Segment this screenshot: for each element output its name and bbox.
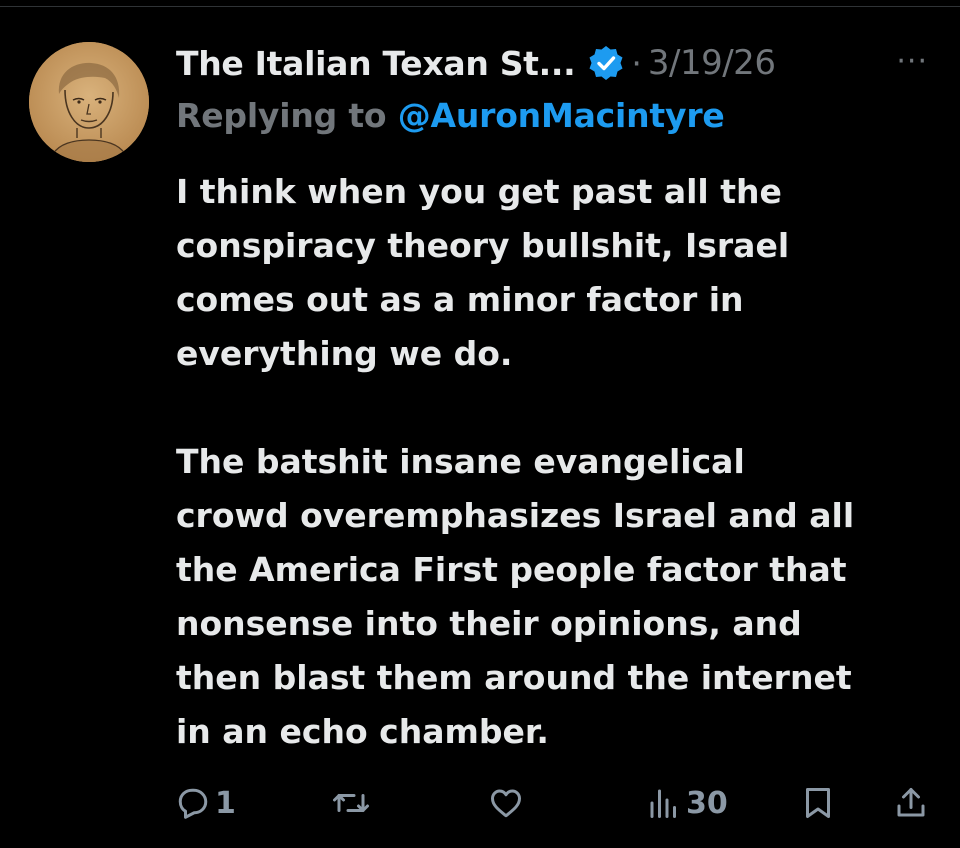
tweet-actions-bar: 1 30 bbox=[0, 778, 960, 828]
tweet-body: I think when you get past all the conspi… bbox=[176, 165, 946, 759]
views-button[interactable]: 30 bbox=[646, 778, 728, 828]
views-count: 30 bbox=[686, 785, 728, 821]
tweet-paragraph: The batshit insane evangelical crowd ove… bbox=[176, 442, 855, 751]
avatar[interactable] bbox=[29, 42, 149, 162]
bookmark-icon bbox=[800, 784, 836, 822]
header-separator: · bbox=[631, 43, 642, 83]
reply-handle-link[interactable]: @AuronMacintyre bbox=[398, 96, 725, 135]
tweet-paragraph: I think when you get past all the conspi… bbox=[176, 172, 790, 373]
tweet-date[interactable]: 3/19/26 bbox=[648, 43, 776, 83]
more-options-icon[interactable]: ··· bbox=[896, 44, 928, 79]
like-button[interactable] bbox=[487, 778, 525, 828]
reply-button[interactable]: 1 bbox=[175, 778, 236, 828]
views-icon bbox=[646, 785, 682, 821]
verified-badge-icon bbox=[587, 44, 625, 82]
share-icon bbox=[893, 784, 929, 822]
top-divider bbox=[0, 6, 960, 7]
tweet-header: The Italian Texan St... · 3/19/26 ··· bbox=[176, 38, 946, 88]
reply-icon bbox=[175, 785, 211, 821]
heart-icon bbox=[487, 785, 525, 821]
repost-icon bbox=[331, 785, 371, 821]
author-name[interactable]: The Italian Texan St... bbox=[176, 44, 576, 83]
replying-to-line: Replying to @AuronMacintyre bbox=[176, 96, 725, 135]
share-button[interactable] bbox=[893, 778, 929, 828]
bookmark-button[interactable] bbox=[800, 778, 836, 828]
replying-to-label: Replying to bbox=[176, 96, 398, 135]
repost-button[interactable] bbox=[331, 778, 371, 828]
reply-count: 1 bbox=[215, 785, 236, 821]
